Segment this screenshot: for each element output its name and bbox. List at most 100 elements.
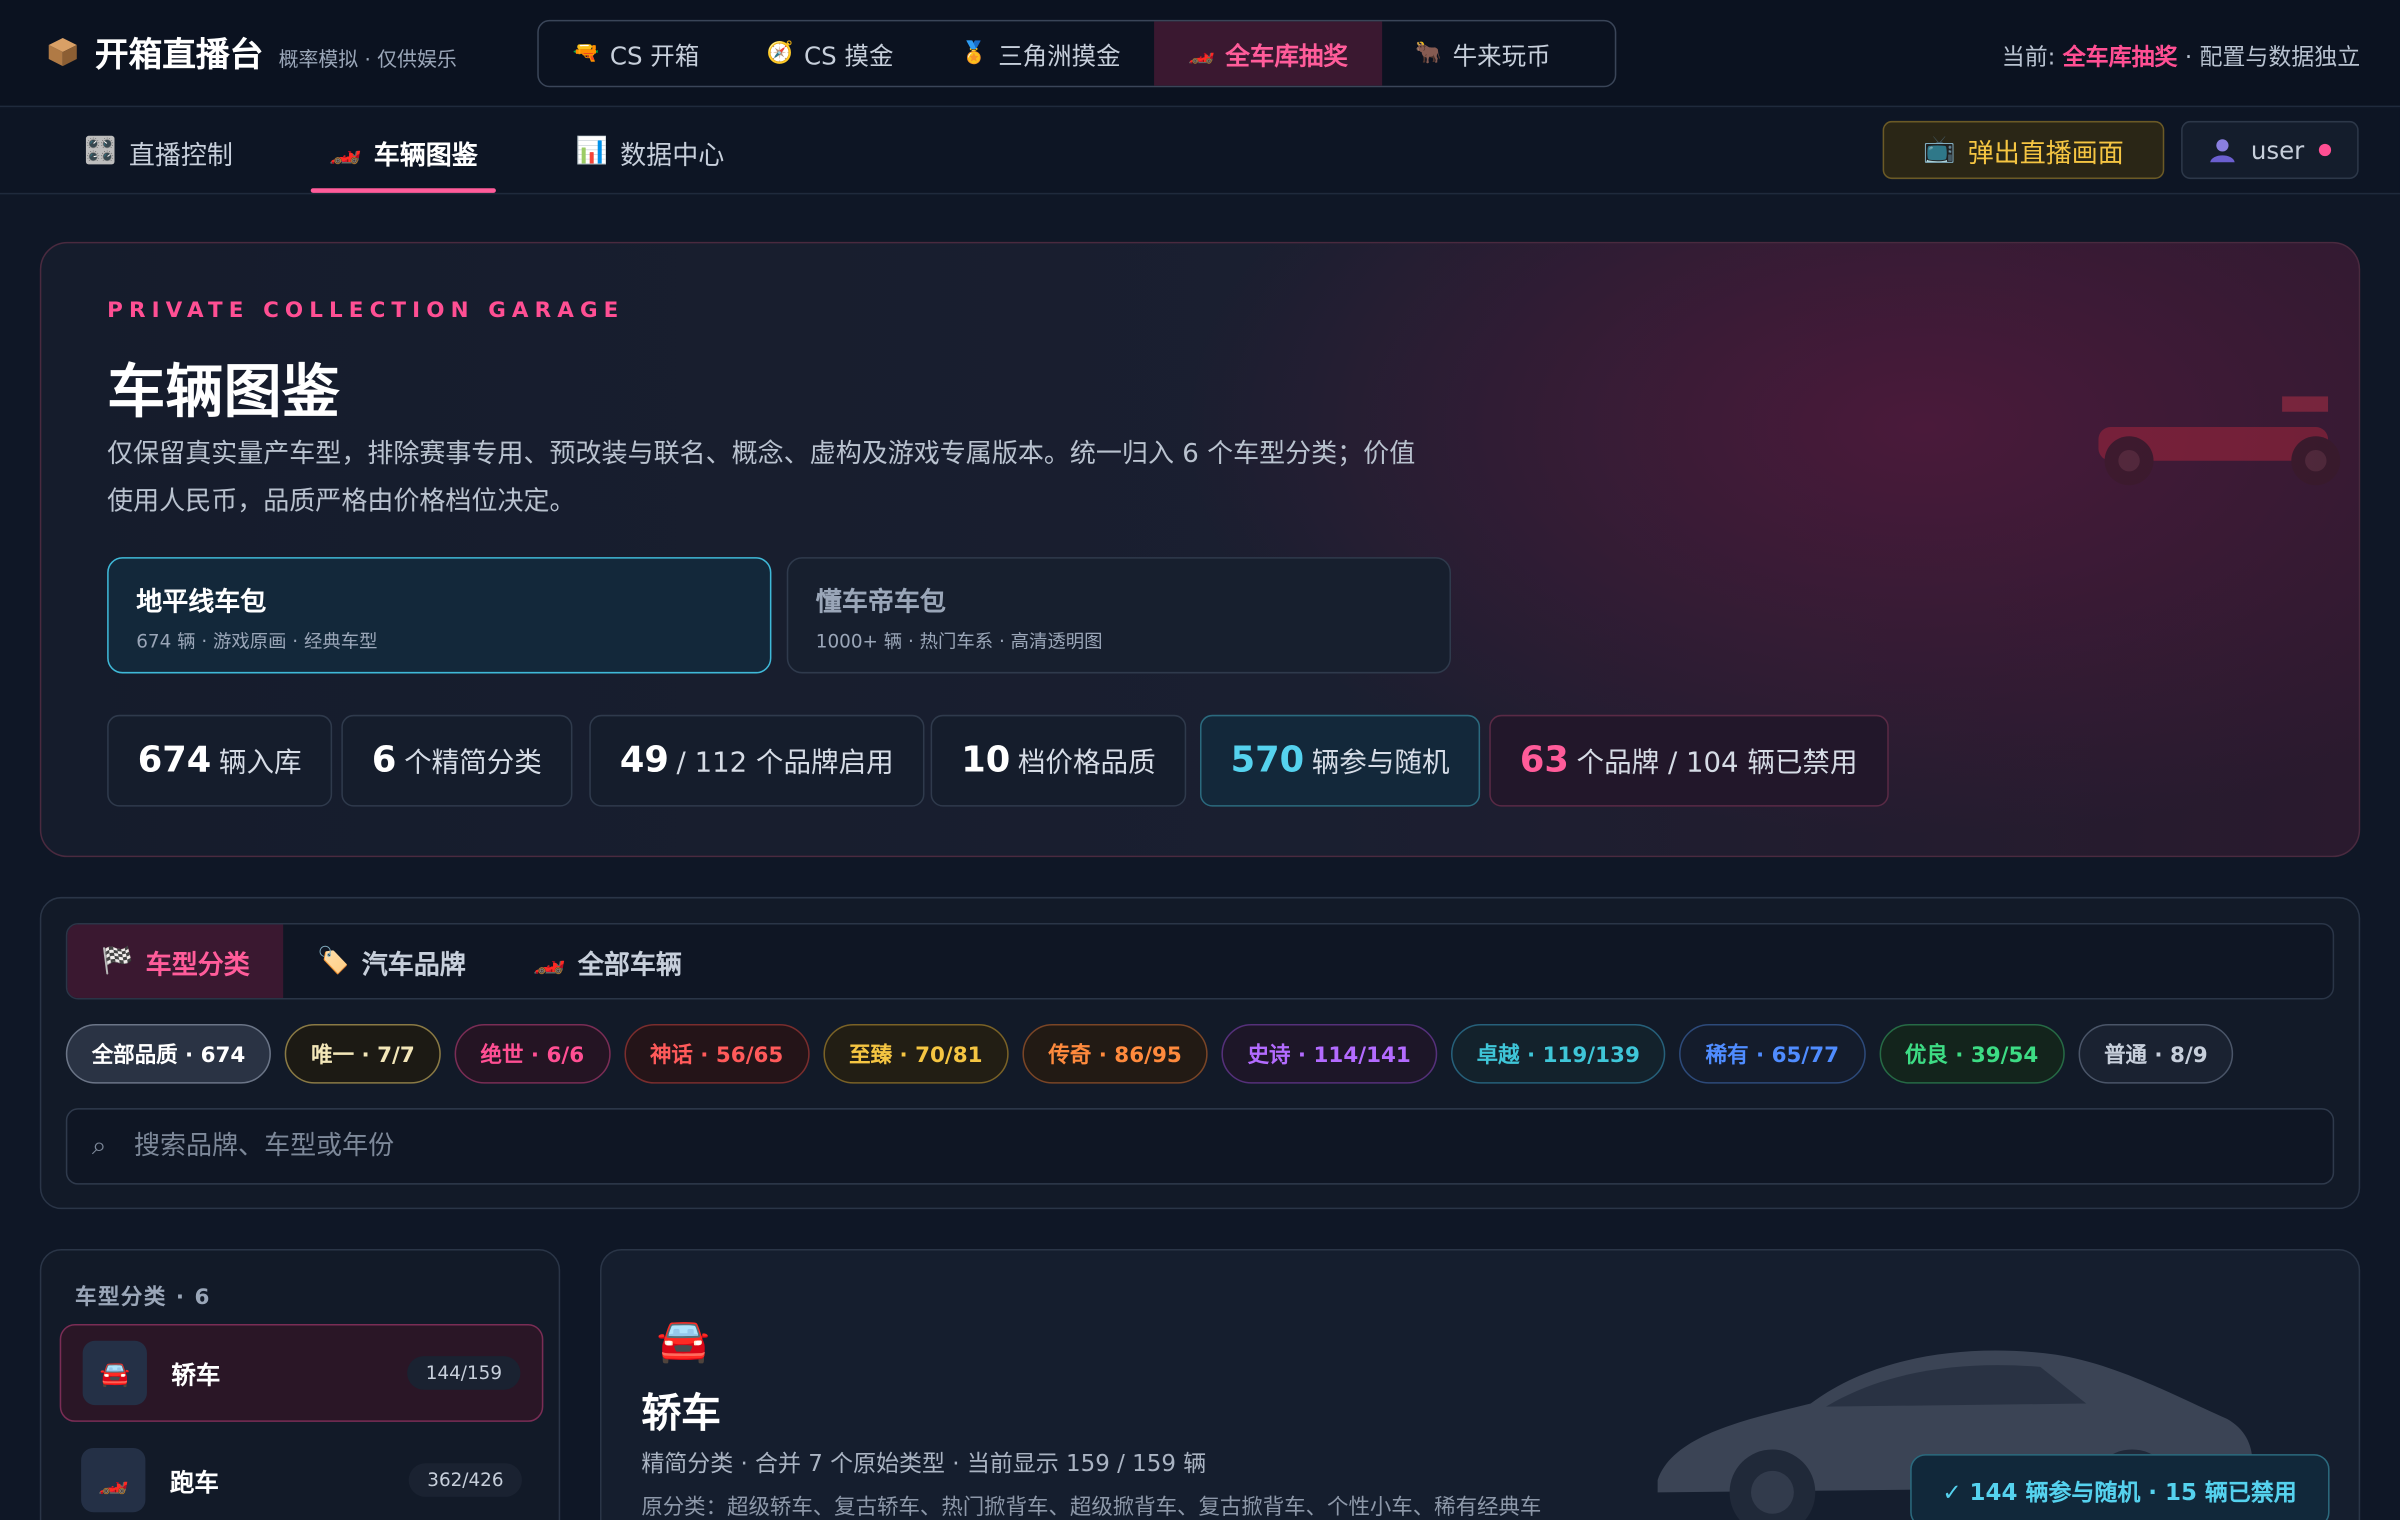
race-car-icon: 🏎️ (81, 1447, 146, 1513)
tab-label: 直播控制 (128, 140, 233, 171)
category-sidebar: 车型分类 · 6 🚘 轿车 144/159 🏎️ 跑车 362/426 (39, 1248, 561, 1520)
current-value: 全车库抽奖 (2062, 42, 2178, 71)
tab-live-control[interactable]: 🎛️ 直播控制 (84, 109, 233, 195)
current-prefix: 当前: (2001, 42, 2056, 71)
tab-label: CS 开箱 (609, 41, 700, 71)
user-icon (2209, 139, 2234, 163)
game-tabs: 🔫 CS 开箱 🧭 CS 摸金 🏅 三角洲摸金 🏎️ 全车库抽奖 🐂 牛来玩币 (537, 19, 1617, 88)
tab-label: 数据中心 (620, 140, 725, 171)
quality-chip[interactable]: 卓越 · 119/139 (1450, 1023, 1666, 1084)
tab-label: 汽车品牌 (361, 949, 466, 981)
package-icon (48, 38, 77, 67)
compass-icon: 🧭 (766, 41, 794, 66)
tab-label: 三角洲摸金 (998, 41, 1121, 71)
gun-icon: 🔫 (572, 41, 600, 66)
hero-panel: PRIVATE COLLECTION GARAGE 车辆图鉴 仅保留真实量产车型… (39, 241, 2361, 858)
stat-text: 辆入库 (218, 746, 302, 780)
sidebar-item-sedan[interactable]: 🚘 轿车 144/159 (59, 1323, 544, 1422)
sedan-icon: 🚘 (82, 1340, 147, 1406)
current-suffix: · 配置与数据独立 (2184, 42, 2361, 71)
quality-chip[interactable]: 至臻 · 70/81 (823, 1023, 1009, 1084)
bar-chart-icon: 📊 (575, 136, 608, 167)
app-title: 开箱直播台 (94, 36, 264, 75)
tab-all-vehicles[interactable]: 🏎️ 全部车辆 (500, 924, 716, 997)
quality-chip[interactable]: 绝世 · 6/6 (454, 1023, 611, 1084)
stat-number: 49 (619, 740, 669, 781)
stat-text: 个品牌 / 104 辆已禁用 (1576, 746, 1858, 780)
stat-number: 6 (371, 740, 397, 781)
popout-label: 弹出直播画面 (1967, 138, 2124, 170)
quality-chip[interactable]: 全部品质 · 674 (65, 1023, 272, 1084)
tab-label: 全车库抽奖 (1225, 41, 1348, 71)
quality-chip[interactable]: 优良 · 39/54 (1878, 1023, 2065, 1084)
sub-nav: 🎛️ 直播控制 🏎️ 车辆图鉴 📊 数据中心 📺 弹出直播画面 user (0, 108, 2400, 195)
pack-subtitle: 674 辆 · 游戏原画 · 经典车型 (136, 630, 378, 653)
filter-tabs: 🏁 车型分类 🏷️ 汽车品牌 🏎️ 全部车辆 (65, 922, 2335, 1000)
quality-chip[interactable]: 史诗 · 114/141 (1221, 1023, 1437, 1084)
quality-chip[interactable]: 普通 · 8/9 (2078, 1023, 2234, 1084)
quality-chip[interactable]: 神话 · 56/65 (623, 1023, 810, 1084)
tab-label: 牛来玩币 (1452, 41, 1551, 71)
stat-brands: 49 / 112 个品牌启用 (589, 714, 925, 807)
bull-icon: 🐂 (1415, 41, 1442, 66)
tab-cs-loot[interactable]: 🧭 CS 摸金 (733, 21, 927, 85)
stat-vehicles: 674 辆入库 (107, 714, 333, 807)
tab-delta-loot[interactable]: 🏅 三角洲摸金 (927, 21, 1154, 85)
current-mode: 当前: 全车库抽奖 · 配置与数据独立 (2002, 40, 2360, 72)
user-menu-button[interactable]: user (2181, 120, 2359, 180)
tab-cs-case[interactable]: 🔫 CS 开箱 (539, 21, 733, 85)
quality-chip[interactable]: 稀有 · 65/77 (1679, 1023, 1866, 1084)
pack-dongchedi[interactable]: 懂车帝车包 1000+ 辆 · 热门车系 · 高清透明图 (786, 557, 1452, 674)
sidebar-header: 车型分类 · 6 (74, 1285, 211, 1311)
quality-chip[interactable]: 唯一 · 7/7 (285, 1023, 441, 1084)
stat-number: 63 (1519, 740, 1569, 781)
sedan-icon: 🚘 (656, 1314, 711, 1366)
top-bar: 开箱直播台 概率模拟 · 仅供娱乐 🔫 CS 开箱 🧭 CS 摸金 🏅 三角洲摸… (0, 0, 2400, 108)
tab-vehicle-gallery[interactable]: 🏎️ 车辆图鉴 (310, 109, 497, 195)
tab-bull-coin[interactable]: 🐂 牛来玩币 (1382, 21, 1585, 85)
stat-random-pool: 570 辆参与随机 (1199, 714, 1481, 807)
stat-text: 辆参与随机 (1311, 746, 1450, 780)
pack-subtitle: 1000+ 辆 · 热门车系 · 高清透明图 (815, 630, 1103, 653)
stat-disabled: 63 个品牌 / 104 辆已禁用 (1489, 714, 1889, 807)
tv-icon: 📺 (1923, 134, 1956, 166)
stat-number: 570 (1230, 740, 1305, 781)
search-bar[interactable]: ⌕ (65, 1108, 2335, 1185)
random-pool-badge: ✓ 144 辆参与随机 · 15 辆已禁用 (1910, 1454, 2329, 1520)
pack-title: 地平线车包 (136, 587, 267, 619)
sidebar-item-label: 跑车 (169, 1467, 219, 1497)
quality-chips: 全部品质 · 674 唯一 · 7/7 绝世 · 6/6 神话 · 56/65 至臻 ·… (65, 1023, 2234, 1084)
detail-title: 轿车 (641, 1391, 721, 1438)
filter-panel: 🏁 车型分类 🏷️ 汽车品牌 🏎️ 全部车辆 全部品质 · 674 唯一 · 7/… (39, 896, 2361, 1210)
status-dot (2319, 143, 2332, 157)
tab-brands[interactable]: 🏷️ 汽车品牌 (283, 924, 499, 997)
search-icon: ⌕ (91, 1131, 107, 1162)
race-car-icon: 🏎️ (1188, 41, 1215, 66)
tag-icon: 🏷️ (317, 945, 350, 977)
stat-text: 个精简分类 (404, 746, 542, 780)
stat-number: 674 (137, 740, 212, 781)
detail-original-categories: 原分类：超级轿车、复古轿车、热门掀背车、超级掀背车、复古掀背车、个性小车、稀有经… (641, 1495, 1542, 1520)
tab-body-type[interactable]: 🏁 车型分类 (67, 924, 284, 998)
checkered-flag-icon: 🏁 (101, 945, 134, 977)
sidebar-item-sportscar[interactable]: 🏎️ 跑车 362/426 (60, 1431, 544, 1520)
pack-horizon[interactable]: 地平线车包 674 辆 · 游戏原画 · 经典车型 (107, 557, 772, 674)
app-subtitle: 概率模拟 · 仅供娱乐 (278, 48, 457, 72)
page-title: 车辆图鉴 (107, 358, 340, 426)
stat-number: 10 (961, 740, 1011, 781)
sidebar-item-label: 轿车 (171, 1360, 221, 1390)
category-detail: 🚘 轿车 精简分类 · 合并 7 个原始类型 · 当前显示 159 / 159 … (599, 1248, 2361, 1520)
tab-label: 车辆图鉴 (373, 140, 478, 171)
search-input[interactable] (133, 1131, 2124, 1162)
tab-label: 全部车辆 (577, 949, 682, 981)
stat-tiers: 10 档价格品质 (930, 714, 1187, 807)
user-label: user (2250, 135, 2305, 165)
quality-chip[interactable]: 传奇 · 86/95 (1022, 1023, 1208, 1084)
stat-text: 档价格品质 (1017, 746, 1156, 780)
tab-garage-lottery[interactable]: 🏎️ 全车库抽奖 (1154, 21, 1382, 86)
tab-data-center[interactable]: 📊 数据中心 (576, 109, 725, 195)
control-knobs-icon: 🎛️ (84, 136, 117, 167)
popout-live-button[interactable]: 📺 弹出直播画面 (1882, 120, 2165, 180)
stat-text: / 112 个品牌启用 (676, 746, 894, 780)
sidebar-item-count: 144/159 (407, 1356, 521, 1390)
